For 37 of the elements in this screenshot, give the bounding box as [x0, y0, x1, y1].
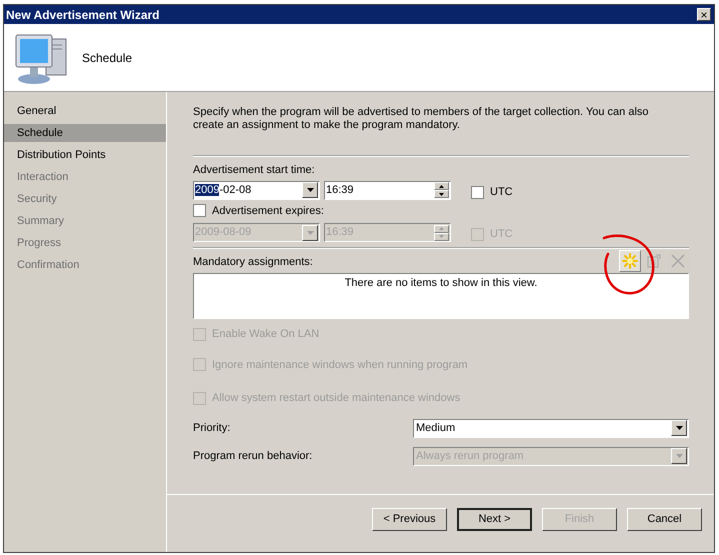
empty-list-message: There are no items to show in this view.: [344, 276, 538, 291]
document-icon: [646, 253, 662, 269]
mandatory-label: Mandatory assignments:: [193, 254, 313, 270]
wizard-button[interactable]: Cancel: [627, 508, 702, 531]
option-label: Allow system restart outside maintenance windows: [212, 391, 460, 406]
field-label: Priority:: [193, 420, 230, 436]
header-title: Schedule: [82, 50, 132, 66]
utc-label: UTC: [490, 184, 513, 200]
caret-icon: [676, 426, 682, 430]
wizard-button[interactable]: Next >: [457, 508, 532, 531]
description: Specify when the program will be advertised to members of the target collection. You can also create an assignment to make the program mandatory.: [193, 106, 650, 132]
caret-icon: [676, 454, 682, 458]
dropdown[interactable]: Medium: [413, 418, 689, 438]
date-value: 2009-02-08: [194, 182, 252, 198]
dropdown-button[interactable]: [302, 182, 318, 198]
sidebar-item[interactable]: Distribution Points: [4, 146, 166, 164]
delete-icon: [670, 253, 686, 269]
assignments-list[interactable]: There are no items to show in this view.: [193, 273, 689, 319]
checkbox[interactable]: [471, 186, 484, 198]
sparkle-icon: [622, 253, 638, 269]
spin-buttons[interactable]: [434, 182, 449, 198]
field-label: Program rerun behavior:: [193, 448, 312, 464]
date-field[interactable]: 2009-02-08: [193, 180, 320, 200]
close-button[interactable]: ×: [697, 8, 711, 21]
sidebar-item[interactable]: General: [4, 102, 166, 120]
toolbar-button[interactable]: [619, 250, 641, 272]
sidebar-item[interactable]: Schedule: [4, 124, 166, 142]
window-title: New Advertisement Wizard: [6, 6, 160, 24]
time-field[interactable]: 16:39: [324, 180, 451, 200]
caret-icon: [306, 188, 314, 192]
caret-icon: [306, 230, 314, 234]
start-time-label: Advertisement start time:: [193, 163, 316, 178]
option-label: Enable Wake On LAN: [212, 327, 320, 342]
wizard-button[interactable]: < Previous: [372, 508, 447, 531]
expires-label: Advertisement expires:: [212, 204, 324, 218]
option-label: Ignore maintenance windows when running program: [212, 358, 468, 372]
dropdown-button[interactable]: [671, 420, 687, 436]
